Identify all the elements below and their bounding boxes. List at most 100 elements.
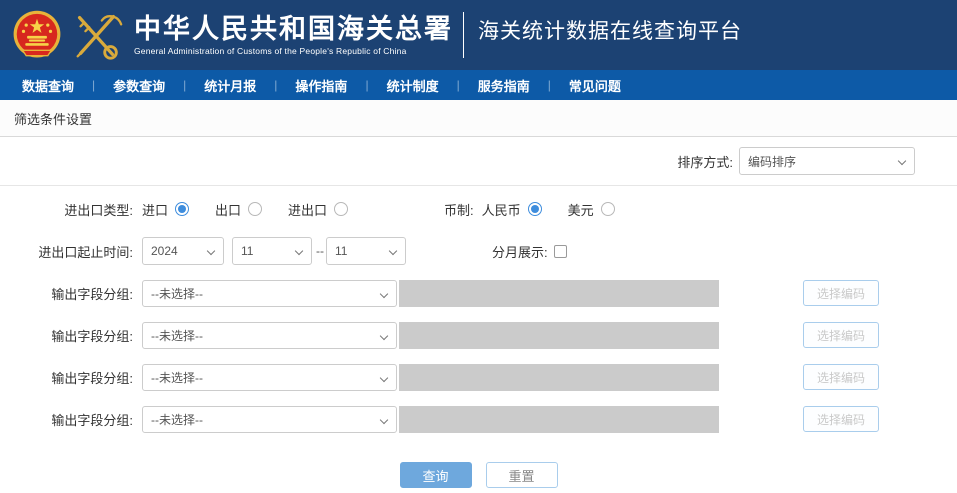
chevron-down-icon [379, 415, 389, 424]
output-group-disabled-input-1 [399, 279, 719, 307]
nav-separator: | [183, 78, 187, 92]
chevron-down-icon [379, 373, 389, 382]
radio-import-label: 进口 [142, 202, 169, 218]
chevron-down-icon [206, 246, 216, 256]
output-group-controls: --未选择-- 选择编码 [142, 363, 879, 391]
output-group-label: 输出字段分组: [51, 328, 133, 344]
filter-form: 进出口类型: 进口 出口 进出口 币制: 人民币 美元 进出口起止时间: 202… [0, 186, 957, 488]
radio-usd[interactable]: 美元 [568, 200, 615, 219]
output-group-select-1[interactable]: --未选择-- [142, 279, 397, 307]
output-group-disabled-input-2 [399, 321, 719, 349]
output-group-select-4[interactable]: --未选择-- [142, 405, 397, 433]
output-group-controls: --未选择-- 选择编码 [142, 321, 879, 349]
time-range-row: 进出口起止时间: 2024 11 -- 11 分月展示: [0, 237, 957, 265]
sort-label: 排序方式: [677, 154, 733, 170]
output-group-value: --未选择-- [151, 286, 203, 301]
radio-export-label: 出口 [215, 202, 242, 218]
output-group-row-1: 输出字段分组: --未选择-- 选择编码 [0, 279, 957, 307]
output-group-controls: --未选择-- 选择编码 [142, 279, 879, 307]
time-range-controls: 2024 11 -- 11 分月展示: [142, 237, 567, 265]
nav-separator: | [456, 78, 460, 92]
section-title: 筛选条件设置 [14, 111, 93, 127]
platform-name: 海关统计数据在线查询平台 [478, 20, 742, 43]
output-group-value: --未选择-- [151, 412, 203, 427]
nav-separator: | [365, 78, 369, 92]
output-group-row-2: 输出字段分组: --未选择-- 选择编码 [0, 321, 957, 349]
radio-unselected-icon[interactable] [600, 202, 615, 216]
select-code-button-3[interactable]: 选择编码 [803, 364, 879, 390]
sort-order-select[interactable]: 编码排序 [739, 147, 915, 175]
nav-item-monthly-report[interactable]: 统计月报 [204, 76, 256, 95]
org-name-en: General Administration of Customs of the… [134, 46, 407, 56]
filter-section-header: 筛选条件设置 [0, 100, 957, 137]
radio-import-export[interactable]: 进出口 [288, 200, 349, 219]
trade-type-label: 进出口类型: [64, 202, 133, 218]
radio-rmb-label: 人民币 [481, 202, 521, 218]
trade-type-row: 进出口类型: 进口 出口 进出口 币制: 人民币 美元 [0, 195, 957, 223]
query-button[interactable]: 查询 [399, 462, 472, 488]
monthly-display-checkbox[interactable] [553, 244, 567, 258]
time-range-label: 进出口起止时间: [38, 244, 133, 260]
radio-import-export-label: 进出口 [288, 202, 328, 218]
chevron-down-icon [388, 246, 398, 256]
output-group-controls: --未选择-- 选择编码 [142, 405, 879, 433]
select-code-button-2[interactable]: 选择编码 [803, 322, 879, 348]
output-group-disabled-input-4 [399, 405, 719, 433]
radio-import[interactable]: 进口 [142, 200, 190, 219]
org-title-block: 中华人民共和国海关总署 General Administration of Cu… [134, 14, 453, 56]
radio-export[interactable]: 出口 [215, 200, 263, 219]
nav-item-param-query[interactable]: 参数查询 [113, 76, 165, 95]
nav-item-service-guide[interactable]: 服务指南 [478, 76, 530, 95]
nav-item-faq[interactable]: 常见问题 [569, 76, 621, 95]
sort-row: 排序方式: 编码排序 [0, 137, 957, 186]
radio-selected-icon[interactable] [527, 202, 542, 216]
year-select[interactable]: 2024 [142, 237, 224, 265]
end-month-select[interactable]: 11 [326, 237, 406, 265]
reset-button[interactable]: 重置 [485, 462, 558, 488]
radio-selected-icon[interactable] [175, 202, 190, 216]
output-group-label: 输出字段分组: [51, 286, 133, 302]
app-header: 中华人民共和国海关总署 General Administration of Cu… [0, 0, 957, 70]
output-group-value: --未选择-- [151, 370, 203, 385]
nav-item-guide[interactable]: 操作指南 [295, 76, 347, 95]
chevron-down-icon [897, 156, 907, 166]
trade-type-radio-group: 进口 出口 进出口 [142, 200, 404, 219]
output-group-value: --未选择-- [151, 328, 203, 343]
monthly-display-group: 分月展示: [492, 242, 567, 261]
output-group-disabled-input-3 [399, 363, 719, 391]
form-actions: 查询 重置 [0, 462, 957, 488]
currency-label: 币制: [444, 202, 474, 218]
output-group-select-3[interactable]: --未选择-- [142, 363, 397, 391]
nav-separator: | [274, 78, 278, 92]
output-group-row-4: 输出字段分组: --未选择-- 选择编码 [0, 405, 957, 433]
start-month-value: 11 [241, 244, 254, 258]
currency-radio-group: 币制: 人民币 美元 [444, 200, 641, 219]
header-divider [463, 12, 464, 58]
output-group-select-2[interactable]: --未选择-- [142, 321, 397, 349]
chevron-down-icon [379, 289, 389, 298]
output-group-label: 输出字段分组: [51, 370, 133, 386]
radio-usd-label: 美元 [567, 202, 594, 218]
select-code-button-1[interactable]: 选择编码 [803, 280, 879, 306]
sort-order-value: 编码排序 [748, 154, 797, 169]
nav-separator: | [547, 78, 551, 92]
select-code-button-4[interactable]: 选择编码 [803, 406, 879, 432]
org-name-cn: 中华人民共和国海关总署 [134, 14, 453, 44]
range-separator: -- [316, 244, 324, 258]
main-nav: 数据查询 | 参数查询 | 统计月报 | 操作指南 | 统计制度 | 服务指南 … [0, 70, 957, 100]
customs-key-caduceus-icon [76, 14, 123, 60]
nav-item-data-query[interactable]: 数据查询 [22, 76, 74, 95]
start-month-select[interactable]: 11 [232, 237, 312, 265]
chevron-down-icon [379, 331, 389, 340]
nav-item-statistics-system[interactable]: 统计制度 [387, 76, 439, 95]
national-emblem-icon [13, 10, 61, 58]
end-month-value: 11 [335, 244, 348, 258]
radio-rmb[interactable]: 人民币 [482, 200, 542, 219]
output-group-row-3: 输出字段分组: --未选择-- 选择编码 [0, 363, 957, 391]
radio-unselected-icon[interactable] [334, 202, 349, 216]
nav-separator: | [92, 78, 96, 92]
year-value: 2024 [151, 244, 178, 258]
radio-unselected-icon[interactable] [248, 202, 263, 216]
chevron-down-icon [294, 246, 304, 256]
monthly-display-label: 分月展示: [492, 244, 548, 260]
